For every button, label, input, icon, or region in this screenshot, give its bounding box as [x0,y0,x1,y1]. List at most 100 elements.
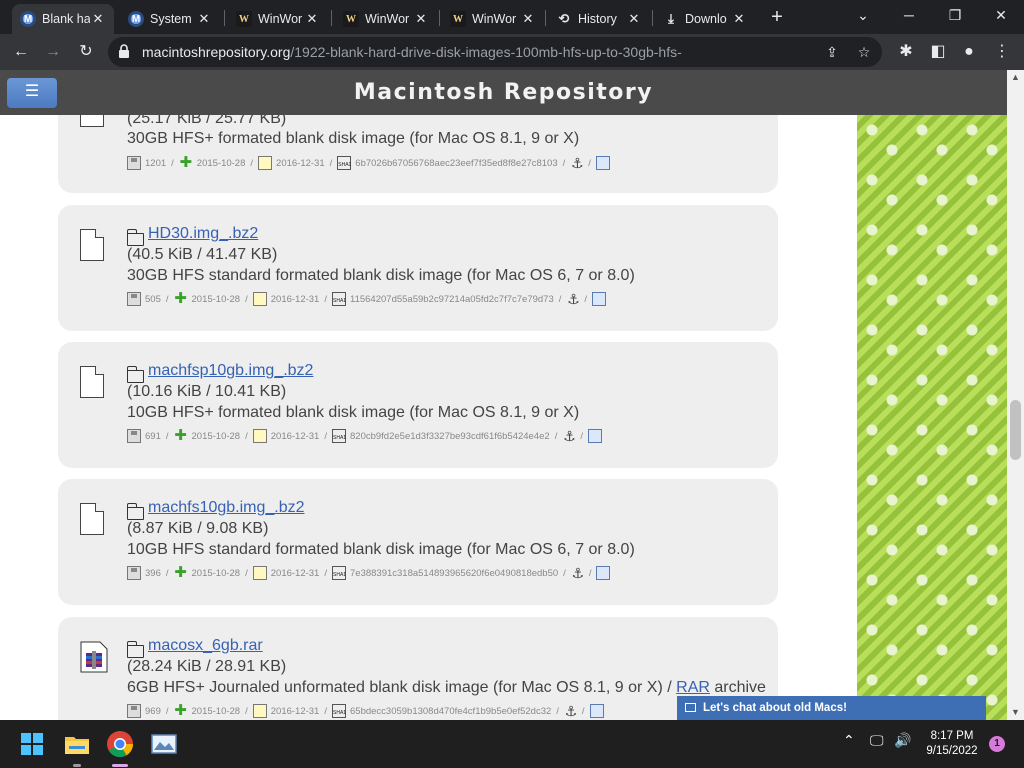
back-button[interactable]: ← [8,39,34,65]
close-tab-icon[interactable]: ✕ [90,11,106,27]
download-count: 1201 [145,157,167,169]
added-icon: ✚ [179,154,193,171]
address-bar[interactable]: macintoshrepository.org/1922-blank-hard-… [108,37,882,67]
history-icon: ⟲ [558,11,570,26]
page-scrollbar[interactable]: ▲ ▼ [1007,70,1024,720]
tab-strip: M Blank ha ✕ M System ✕ W WinWor ✕ W Win… [0,0,1024,34]
volume-icon[interactable]: 🔊 [894,732,911,749]
reload-button[interactable]: ↻ [73,39,99,65]
scroll-thumb[interactable] [1010,400,1021,460]
sha1-hash: 65bdecc3059b1308d470fe4cf1b9b5e0ef52dc32 [350,705,552,717]
bookmark-star-icon[interactable]: ☆ [854,42,874,62]
close-window-button[interactable]: ✕ [978,0,1024,30]
chrome-icon[interactable] [104,728,136,760]
file-size: (25.17 KiB / 25.77 KB) [127,115,287,127]
chat-widget-button[interactable]: Let's chat about old Macs! [677,696,986,720]
sha1-hash: 820cb9fd2e5e1d3f3327be93cdf61f6b5424e4e2 [350,430,550,442]
anchor-icon[interactable]: ⚓ [562,429,576,443]
close-tab-icon[interactable]: ✕ [196,11,212,27]
sha1-icon: SHA1 [332,566,346,580]
file-download-link[interactable]: macosx_6gb.rar [148,637,263,655]
minimize-button[interactable]: ─ [886,0,932,30]
scroll-down-arrow-icon[interactable]: ▼ [1007,704,1024,720]
anchor-icon[interactable]: ⚓ [570,156,584,170]
screen: M Blank ha ✕ M System ✕ W WinWor ✕ W Win… [0,0,1024,768]
file-card: macosx_6gb.rar (28.24 KiB / 28.91 KB) 6G… [58,617,778,720]
file-description: 10GB HFS+ formated blank disk image (for… [127,404,580,421]
close-tab-icon[interactable]: ✕ [626,11,642,27]
tab-downloads[interactable]: ⤓ Downlo ✕ [655,4,755,34]
tab-title: History [578,12,617,26]
file-description: 30GB HFS standard formated blank disk im… [127,267,635,284]
network-icon[interactable]: 🖵 [870,732,884,749]
file-download-link[interactable]: HD30.img_.bz2 [148,225,258,243]
folder-icon [126,366,144,383]
file-download-link[interactable]: machfsp10gb.img_.bz2 [148,362,313,380]
url-text: macintoshrepository.org/1922-blank-hard-… [142,44,682,60]
file-card: machfs10gb.img_.bz2 (8.87 KiB / 9.08 KB)… [58,479,778,605]
updated-icon [252,566,267,580]
file-icon [80,503,104,535]
tab-winworld-1[interactable]: W WinWor ✕ [228,4,328,34]
sha1-icon: SHA1 [337,156,351,170]
chrome-menu-icon[interactable]: ⋮ [989,39,1015,65]
close-tab-icon[interactable]: ✕ [304,11,320,27]
scroll-up-arrow-icon[interactable]: ▲ [1007,70,1024,84]
date-added: 2015-10-28 [191,430,241,442]
sha1-icon: SHA1 [332,704,346,718]
tab-system[interactable]: M System ✕ [120,4,220,34]
added-icon: ✚ [174,427,187,444]
close-tab-icon[interactable]: ✕ [731,11,747,27]
tab-winworld-2[interactable]: W WinWor ✕ [335,4,437,34]
profile-icon[interactable]: ● [956,39,982,65]
file-description-text: 6GB HFS+ Journaled unformated blank disk… [127,679,672,696]
forward-button[interactable]: → [40,39,66,65]
site-header: Macintosh Repository ☰ [0,70,1007,115]
file-download-link[interactable]: machfs10gb.img_.bz2 [148,499,305,517]
copy-link-icon[interactable] [592,292,607,306]
new-tab-button[interactable]: + [766,6,788,28]
winworld-icon: W [450,11,466,27]
windows-start-icon[interactable] [16,728,48,760]
file-meta: 691/ ✚ 2015-10-28/ 2016-12-31/ SHA1 820cb9… [127,428,606,444]
macintosh-repository-icon: M [128,11,144,27]
tab-search-button[interactable]: ⌄ [840,0,886,30]
winworld-icon: W [236,11,252,27]
file-description: 10GB HFS standard formated blank disk im… [127,541,635,558]
copy-link-icon[interactable] [589,704,604,718]
share-icon[interactable]: ⇪ [822,42,842,62]
lock-icon [119,44,129,58]
copy-link-icon[interactable] [595,156,610,170]
copy-link-icon[interactable] [587,429,602,443]
copy-link-icon[interactable] [596,566,611,580]
tab-history[interactable]: ⟲ History ✕ [548,4,650,34]
hamburger-menu-button[interactable]: ☰ [7,78,57,108]
anchor-icon[interactable]: ⚓ [566,292,580,306]
rar-archive-icon [80,641,108,673]
date-updated: 2016-12-31 [270,293,320,305]
tab-separator [331,10,332,26]
file-card: HD30.img_.bz2 (40.5 KiB / 41.47 KB) 30GB… [58,205,778,331]
file-meta: 969/ ✚ 2015-10-28/ 2016-12-31/ SHA1 65bdec… [127,703,608,719]
sha1-hash: 7e388391c318a514893965620f6e0490818edb50 [350,567,559,579]
rar-link[interactable]: RAR [676,679,710,696]
close-tab-icon[interactable]: ✕ [520,11,536,27]
updated-icon [252,292,267,306]
tab-winworld-3[interactable]: W WinWor ✕ [442,4,544,34]
folder-icon [126,229,144,246]
extensions-icon[interactable]: ✱ [893,39,919,65]
anchor-icon[interactable]: ⚓ [564,704,578,718]
restore-button[interactable]: ❐ [932,0,978,30]
tab-blank-hard-drive[interactable]: M Blank ha ✕ [12,4,114,34]
tab-title: WinWor [258,12,303,26]
download-count: 969 [145,705,161,717]
side-panel-icon[interactable]: ◧ [925,39,951,65]
notification-badge[interactable]: 1 [989,736,1005,752]
show-hidden-icons-chevron-icon[interactable]: ⌃ [843,732,855,749]
file-explorer-icon[interactable] [61,728,93,760]
photos-app-icon[interactable] [148,728,180,760]
anchor-icon[interactable]: ⚓ [571,566,585,580]
site-title[interactable]: Macintosh Repository [0,80,1007,105]
system-clock[interactable]: 8:17 PM 9/15/2022 [914,729,990,759]
close-tab-icon[interactable]: ✕ [413,11,429,27]
